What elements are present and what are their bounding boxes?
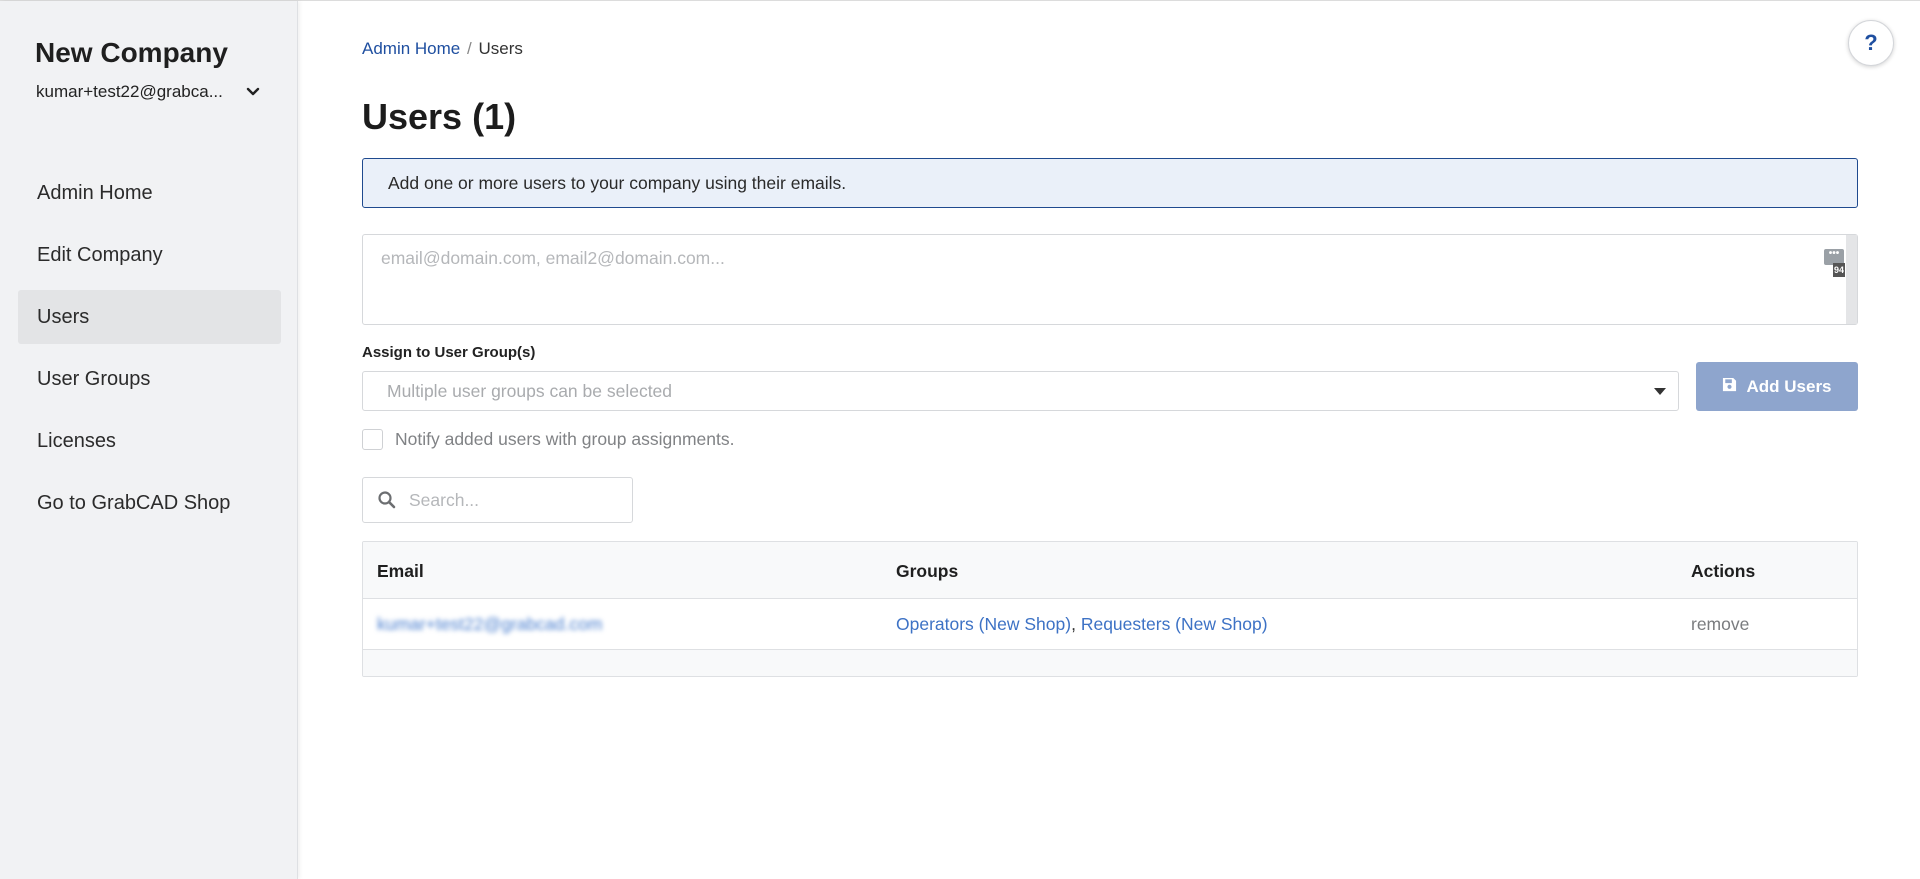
table-row: kumar+test22@grabcad.com Operators (New … [363,599,1857,650]
user-group-select[interactable]: Multiple user groups can be selected [362,371,1679,411]
sidebar-item-licenses[interactable]: Licenses [18,414,281,468]
group-link-requesters[interactable]: Requesters (New Shop) [1081,614,1268,634]
emails-input[interactable] [363,235,1843,324]
extension-badge-count: 94 [1833,263,1845,277]
help-button[interactable]: ? [1848,20,1894,66]
search-icon [377,490,397,510]
breadcrumb-current: Users [478,39,523,58]
column-header-actions: Actions [1691,561,1756,581]
textarea-scrollbar[interactable] [1846,235,1857,324]
user-group-placeholder: Multiple user groups can be selected [387,380,673,401]
add-users-button[interactable]: Add Users [1696,362,1858,411]
group-separator: , [1071,614,1076,634]
account-switcher[interactable]: kumar+test22@grabca... [36,81,262,103]
page-title: Users (1) [362,96,517,137]
search-input[interactable] [409,489,619,511]
caret-down-icon [1654,388,1666,395]
group-link-operators[interactable]: Operators (New Shop) [896,614,1071,634]
save-icon [1722,377,1737,397]
extension-badge[interactable]: ••• 94 [1824,249,1845,277]
user-email-cell[interactable]: kumar+test22@grabcad.com [377,614,602,635]
table-footer [363,650,1857,676]
sidebar-item-users[interactable]: Users [18,290,281,344]
column-header-email[interactable]: Email [377,561,424,582]
sidebar-item-admin-home[interactable]: Admin Home [18,166,281,220]
sidebar: New Company kumar+test22@grabca... Admin… [0,1,298,879]
breadcrumb-separator: / [467,39,472,58]
breadcrumb-admin-home-link[interactable]: Admin Home [362,39,460,58]
chevron-down-icon[interactable] [244,83,262,101]
company-name: New Company [35,37,228,68]
info-banner: Add one or more users to your company us… [362,158,1858,208]
notify-label[interactable]: Notify added users with group assignment… [395,429,734,450]
add-users-label: Add Users [1746,376,1832,396]
user-groups-cell: Operators (New Shop), Requesters (New Sh… [896,614,1268,635]
breadcrumb: Admin Home / Users [362,39,523,59]
sidebar-item-edit-company[interactable]: Edit Company [18,228,281,282]
table-header: Email Groups Actions [363,542,1857,599]
column-header-groups[interactable]: Groups [896,561,958,582]
account-email: kumar+test22@grabca... [36,82,223,101]
info-text: Add one or more users to your company us… [388,172,847,193]
sidebar-item-user-groups[interactable]: User Groups [18,352,281,406]
users-table: Email Groups Actions kumar+test22@grabca… [362,541,1858,677]
search-box [362,477,633,523]
notify-checkbox[interactable] [362,428,383,450]
sidebar-nav: Admin Home Edit Company Users User Group… [18,166,281,538]
sidebar-item-grabcad-shop[interactable]: Go to GrabCAD Shop [18,476,281,530]
notify-option: Notify added users with group assignment… [362,428,734,450]
user-group-label: Assign to User Group(s) [362,344,536,361]
email-input-container: ••• 94 [362,234,1858,325]
remove-user-link[interactable]: remove [1691,614,1749,635]
